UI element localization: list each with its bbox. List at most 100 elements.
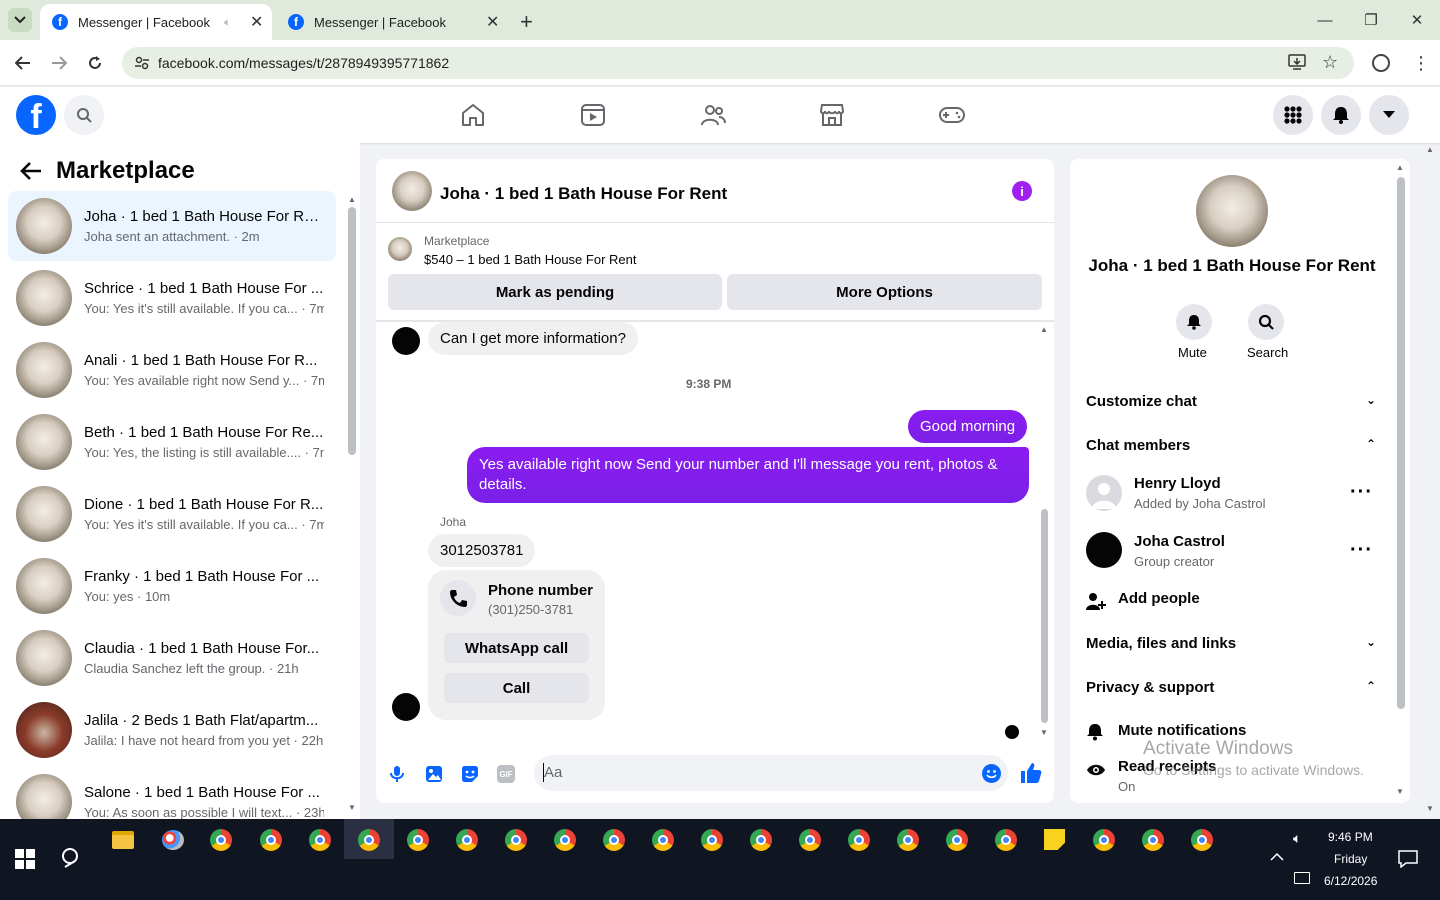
network-icon[interactable] bbox=[1294, 872, 1310, 884]
chrome-profile-icon[interactable] bbox=[358, 829, 380, 851]
show-hidden-icons-button[interactable] bbox=[1270, 852, 1284, 861]
close-tab-icon[interactable]: ✕ bbox=[486, 12, 499, 32]
install-app-icon[interactable] bbox=[1288, 54, 1306, 70]
conversation-item[interactable]: Joha · 1 bed 1 Bath House For Re... Joha … bbox=[8, 191, 336, 261]
chrome-profile-icon[interactable] bbox=[505, 829, 527, 851]
clock-date[interactable]: 6/12/2026 bbox=[1324, 874, 1377, 888]
chrome-profile-icon[interactable] bbox=[701, 829, 723, 851]
tab-messenger-1[interactable]: f Messenger | Facebook 🔈︎ ✕ bbox=[40, 4, 272, 40]
mute-button[interactable] bbox=[1176, 304, 1212, 340]
info-button[interactable]: i bbox=[1012, 181, 1032, 201]
chrome-profile-icon[interactable] bbox=[799, 829, 821, 851]
minimize-window-button[interactable]: — bbox=[1310, 8, 1340, 32]
paint-app-icon[interactable] bbox=[162, 830, 184, 850]
site-settings-icon[interactable] bbox=[134, 55, 150, 71]
conversation-item[interactable]: Schrice · 1 bed 1 Bath House For ... You:… bbox=[8, 263, 336, 333]
forward-button[interactable] bbox=[45, 50, 73, 76]
message-outgoing[interactable]: Good morning bbox=[908, 410, 1028, 443]
chat-members-section[interactable]: Chat members ⌃ bbox=[1086, 437, 1376, 454]
member-name[interactable]: Henry Lloyd bbox=[1134, 475, 1221, 492]
chrome-profile-icon[interactable] bbox=[946, 829, 968, 851]
conversation-item[interactable]: Jalila · 2 Beds 1 Bath Flat/apartm... Jal… bbox=[8, 695, 336, 765]
member-options-icon[interactable]: ··· bbox=[1350, 481, 1373, 504]
start-button[interactable] bbox=[15, 849, 35, 869]
search-button[interactable] bbox=[64, 95, 104, 135]
chat-scrollbar[interactable] bbox=[1041, 509, 1048, 723]
nav-home[interactable] bbox=[460, 102, 486, 128]
gif-button[interactable]: GIF bbox=[497, 765, 515, 783]
mark-as-pending-button[interactable]: Mark as pending bbox=[388, 274, 722, 310]
like-button[interactable] bbox=[1020, 762, 1042, 784]
search-in-chat-button[interactable] bbox=[1248, 304, 1284, 340]
scroll-down-arrow[interactable]: ▼ bbox=[1396, 787, 1404, 796]
scroll-up-arrow[interactable]: ▲ bbox=[348, 195, 356, 204]
message-incoming[interactable]: 3012503781 bbox=[428, 534, 536, 567]
conversation-scrollbar[interactable] bbox=[348, 207, 356, 455]
url-text[interactable]: facebook.com/messages/t/2878949395771862 bbox=[158, 55, 449, 71]
chrome-profile-icon[interactable] bbox=[407, 829, 429, 851]
chrome-profile-icon[interactable] bbox=[456, 829, 478, 851]
conversation-item[interactable]: Claudia · 1 bed 1 Bath House For... Claud… bbox=[8, 623, 336, 693]
back-arrow-button[interactable] bbox=[20, 161, 42, 181]
menu-button[interactable] bbox=[1273, 95, 1313, 135]
chrome-profile-icon[interactable] bbox=[554, 829, 576, 851]
maximize-window-button[interactable]: ❐ bbox=[1356, 8, 1386, 32]
notifications-button[interactable] bbox=[1321, 95, 1361, 135]
bookmark-star-icon[interactable]: ☆ bbox=[1322, 52, 1338, 73]
emoji-icon[interactable] bbox=[982, 764, 1001, 783]
tab-messenger-2[interactable]: f Messenger | Facebook ✕ bbox=[276, 4, 508, 40]
reload-button[interactable] bbox=[81, 50, 109, 76]
whatsapp-call-button[interactable]: WhatsApp call bbox=[444, 633, 589, 663]
chrome-profile-icon[interactable] bbox=[603, 829, 625, 851]
chrome-profile-icon[interactable] bbox=[210, 829, 232, 851]
conversation-item[interactable]: Dione · 1 bed 1 Bath House For R... You: … bbox=[8, 479, 336, 549]
conversation-item[interactable]: Beth · 1 bed 1 Bath House For Re... You: … bbox=[8, 407, 336, 477]
speaker-muted-icon[interactable]: 🔈︎ bbox=[224, 15, 231, 30]
chrome-profile-icon[interactable] bbox=[848, 829, 870, 851]
member-options-icon[interactable]: ··· bbox=[1350, 539, 1373, 562]
facebook-logo-icon[interactable]: f bbox=[16, 95, 56, 135]
chat-title[interactable]: Joha · 1 bed 1 Bath House For Rent bbox=[440, 184, 727, 204]
chrome-profile-icon[interactable] bbox=[1093, 829, 1115, 851]
customize-chat-section[interactable]: Customize chat ⌄ bbox=[1086, 393, 1376, 410]
scroll-up-arrow[interactable]: ▲ bbox=[1396, 163, 1404, 172]
clock-time[interactable]: 9:46 PM bbox=[1328, 830, 1373, 844]
close-tab-icon[interactable]: ✕ bbox=[250, 12, 263, 32]
chrome-profile-icon[interactable] bbox=[995, 829, 1017, 851]
chrome-profile-icon[interactable] bbox=[309, 829, 331, 851]
chrome-icon[interactable] bbox=[1191, 829, 1213, 851]
profile-icon[interactable] bbox=[1372, 54, 1390, 72]
microphone-button[interactable] bbox=[389, 765, 405, 783]
chrome-profile-icon[interactable] bbox=[260, 829, 282, 851]
browser-menu-icon[interactable]: ⋮ bbox=[1412, 52, 1430, 74]
scroll-up-arrow[interactable]: ▲ bbox=[1040, 325, 1048, 334]
conversation-item[interactable]: Franky · 1 bed 1 Bath House For ... You: … bbox=[8, 551, 336, 621]
nav-video[interactable] bbox=[580, 102, 606, 128]
sticker-button[interactable] bbox=[461, 765, 479, 783]
details-scrollbar[interactable] bbox=[1397, 177, 1405, 709]
chrome-profile-icon[interactable] bbox=[897, 829, 919, 851]
listing-title[interactable]: $540 – 1 bed 1 Bath House For Rent bbox=[424, 252, 636, 267]
media-files-section[interactable]: Media, files and links ⌄ bbox=[1086, 635, 1376, 652]
page-scroll-up-arrow[interactable]: ▲ bbox=[1426, 145, 1434, 154]
back-button[interactable] bbox=[9, 50, 37, 76]
call-button[interactable]: Call bbox=[444, 673, 589, 703]
chrome-profile-icon[interactable] bbox=[652, 829, 674, 851]
chrome-profile-icon[interactable] bbox=[750, 829, 772, 851]
scroll-down-arrow[interactable]: ▼ bbox=[348, 803, 356, 812]
message-incoming[interactable]: Can I get more information? bbox=[428, 322, 638, 355]
address-bar[interactable]: facebook.com/messages/t/2878949395771862… bbox=[122, 47, 1354, 79]
page-scroll-down-arrow[interactable]: ▼ bbox=[1426, 804, 1434, 813]
photo-button[interactable] bbox=[425, 765, 443, 783]
clock-day[interactable]: Friday bbox=[1334, 852, 1367, 866]
tab-search-button[interactable] bbox=[8, 8, 32, 32]
taskbar-search-button[interactable] bbox=[61, 847, 83, 869]
nav-marketplace[interactable] bbox=[819, 102, 845, 128]
file-explorer-icon[interactable] bbox=[112, 831, 134, 849]
message-outgoing[interactable]: Yes available right now Send your number… bbox=[467, 447, 1029, 503]
conversation-item[interactable]: Anali · 1 bed 1 Bath House For R... You: … bbox=[8, 335, 336, 405]
member-name[interactable]: Joha Castrol bbox=[1134, 533, 1225, 550]
message-input[interactable]: Aa bbox=[534, 755, 1008, 791]
volume-icon[interactable]: 🔈︎ bbox=[1293, 830, 1301, 847]
close-window-button[interactable]: ✕ bbox=[1402, 8, 1432, 32]
